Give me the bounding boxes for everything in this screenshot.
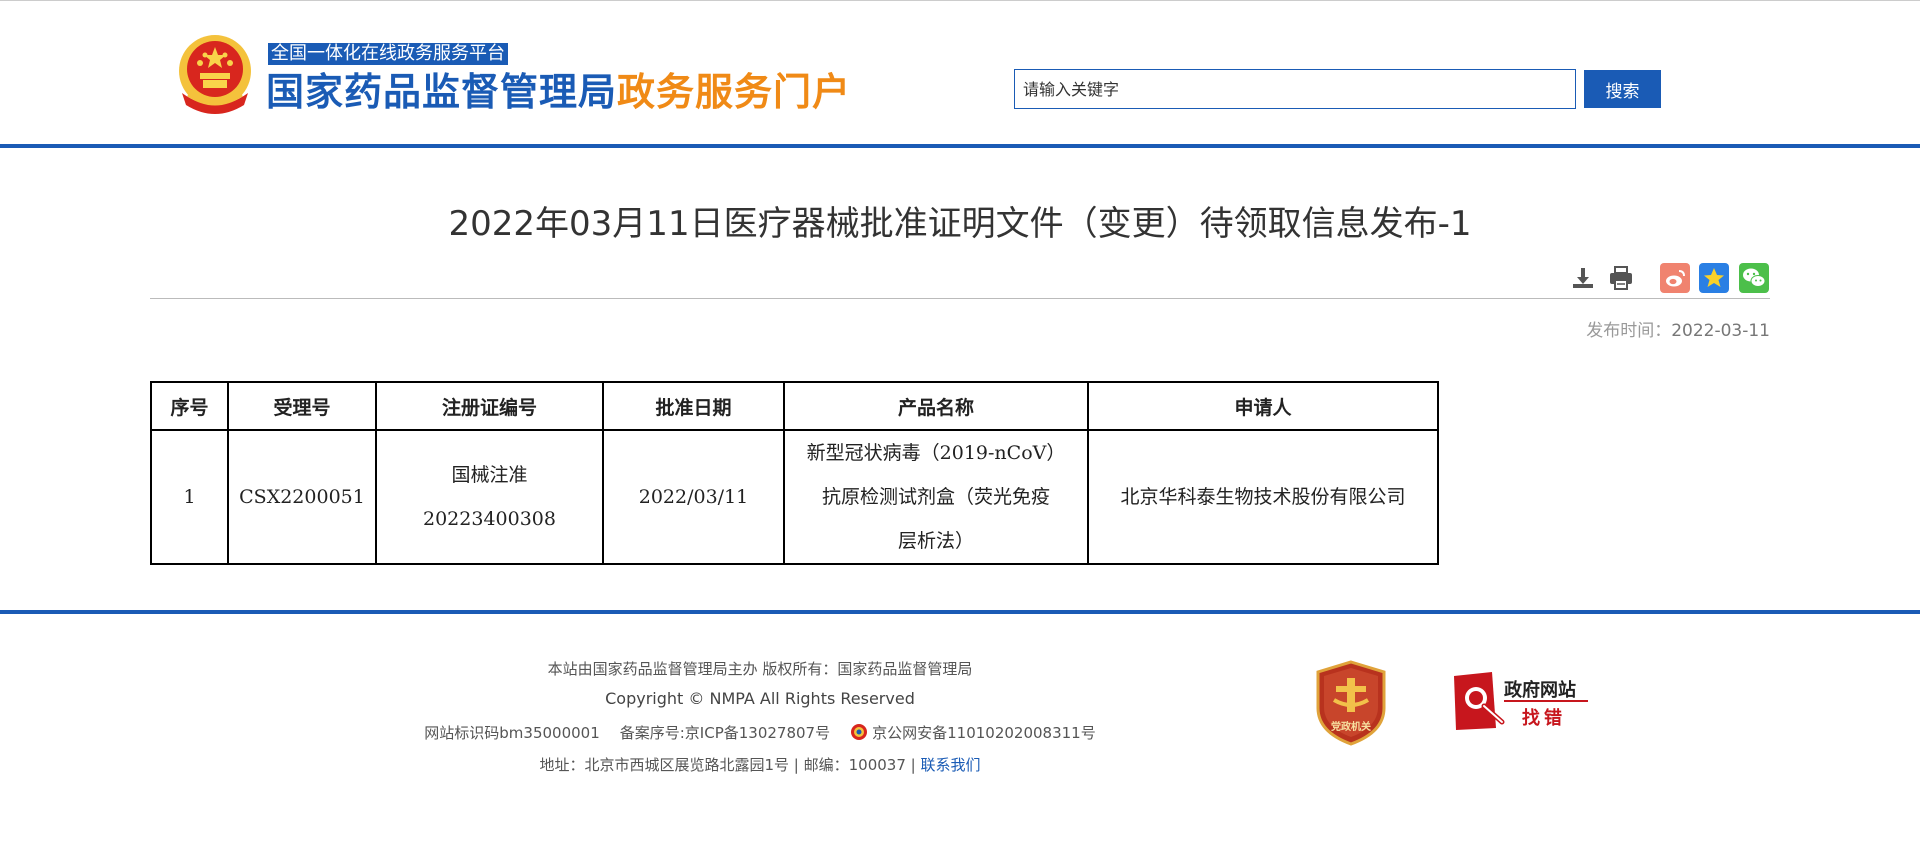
cell-approval-date: 2022/03/11	[602, 429, 785, 565]
cell-acceptance-no: CSX2200051	[227, 429, 377, 565]
col-header-acceptance-no: 受理号	[227, 381, 377, 431]
magnifier-report-icon	[1454, 672, 1505, 730]
search-button[interactable]: 搜索	[1584, 70, 1661, 108]
site-title-main: 国家药品监督管理局	[266, 70, 618, 114]
site-code: 网站标识码bm35000001	[424, 724, 600, 742]
publish-label: 发布时间：	[1586, 321, 1672, 341]
reg-no-line2: 20223400308	[423, 508, 556, 530]
approval-table: 序号 受理号 注册证编号 批准日期 产品名称 申请人 1 CSX2200051 …	[150, 381, 1439, 565]
cell-seq: 1	[150, 429, 229, 565]
col-header-product-name: 产品名称	[783, 381, 1089, 431]
police-registration[interactable]: 京公网安备11010202008311号	[872, 724, 1096, 742]
cell-product-name: 新型冠状病毒（2019-nCoV） 抗原检测试剂盒（荧光免疫 层析法）	[783, 429, 1089, 565]
table-header-row: 序号 受理号 注册证编号 批准日期 产品名称 申请人	[150, 381, 1439, 431]
header-divider	[0, 144, 1920, 148]
publish-time: 发布时间：2022-03-11	[1586, 316, 1770, 341]
publish-date: 2022-03-11	[1671, 321, 1770, 341]
footer-registration: 网站标识码bm35000001 备案序号:京ICP备13027807号 京公网安备1…	[0, 722, 1520, 743]
site-title[interactable]: 国家药品监督管理局政务服务门户	[266, 67, 851, 117]
platform-tag[interactable]: 全国一体化在线政务服务平台	[268, 43, 508, 65]
national-emblem-icon	[179, 35, 251, 114]
qzone-icon	[1704, 268, 1724, 287]
col-header-approval-date: 批准日期	[602, 381, 785, 431]
party-government-badge-icon[interactable]: 党政机关	[1314, 660, 1388, 746]
footer-sponsor: 本站由国家药品监督管理局主办 版权所有：国家药品监督管理局	[547, 660, 973, 678]
product-line1: 新型冠状病毒（2019-nCoV）	[806, 442, 1066, 464]
weibo-icon	[1666, 270, 1685, 287]
article-title: 2022年03月11日医疗器械批准证明文件（变更）待领取信息发布-1	[448, 204, 1472, 244]
footer-copyright: Copyright © NMPA All Rights Reserved	[605, 689, 915, 708]
gov-error-subtitle: 找错	[1522, 708, 1566, 729]
product-line2: 抗原检测试剂盒（荧光免疫	[821, 486, 1050, 508]
reg-no-line1: 国械注准	[451, 464, 528, 486]
download-icon	[1573, 268, 1593, 288]
cell-applicant: 北京华科泰生物技术股份有限公司	[1087, 429, 1439, 565]
cell-reg-no: 国械注准 20223400308	[375, 429, 604, 565]
icp-number[interactable]: 备案序号:京ICP备13027807号	[620, 724, 830, 742]
site-title-sub: 政务服务门户	[617, 70, 852, 114]
article-divider	[150, 298, 1770, 299]
col-header-reg-no: 注册证编号	[375, 381, 604, 431]
table-row: 1 CSX2200051 国械注准 20223400308 2022/03/11…	[150, 429, 1439, 565]
search-input[interactable]	[1014, 69, 1576, 109]
contact-us-link[interactable]: 联系我们	[920, 756, 980, 774]
product-line3: 层析法）	[897, 530, 974, 552]
share-wechat-button[interactable]	[1739, 263, 1769, 293]
download-button[interactable]	[1568, 263, 1598, 293]
site-header: 全国一体化在线政务服务平台 国家药品监督管理局政务服务门户 搜索	[0, 0, 1920, 148]
print-icon	[1610, 266, 1632, 290]
address-text: 地址：北京市西城区展览路北露园1号 | 邮编：100037 |	[539, 756, 916, 774]
share-qzone-button[interactable]	[1699, 263, 1729, 293]
col-header-seq: 序号	[150, 381, 229, 431]
wechat-icon	[1743, 268, 1766, 287]
badge-text: 党政机关	[1331, 720, 1371, 733]
footer-address: 地址：北京市西城区展览路北露园1号 | 邮编：100037 | 联系我们	[0, 754, 1520, 775]
gov-site-error-report[interactable]: 政府网站 找错	[1452, 670, 1588, 732]
print-button[interactable]	[1606, 263, 1636, 293]
share-weibo-button[interactable]	[1660, 263, 1690, 293]
police-badge-icon	[851, 724, 868, 740]
gov-error-title: 政府网站	[1504, 680, 1576, 701]
col-header-applicant: 申请人	[1087, 381, 1439, 431]
footer-divider	[0, 610, 1920, 614]
